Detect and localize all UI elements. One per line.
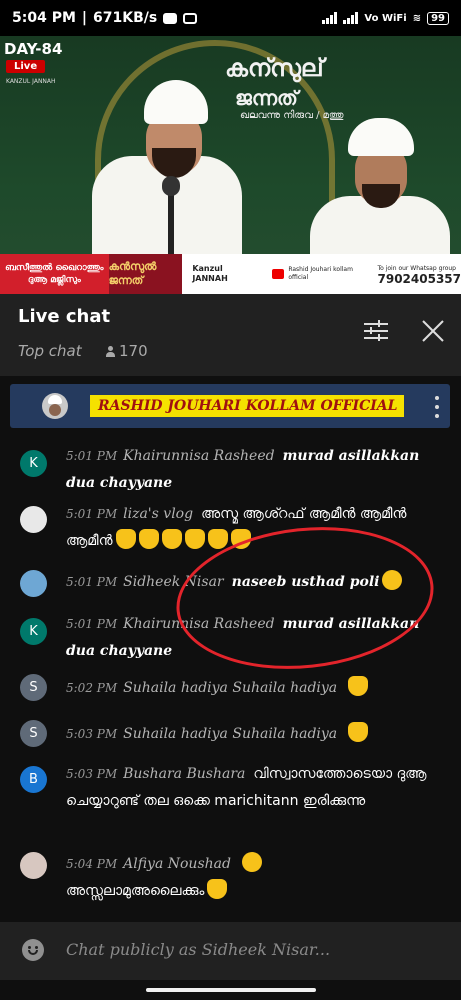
top-chat-dropdown[interactable]: Top chat [18, 342, 82, 360]
waving-hand-emoji-icon [348, 676, 369, 696]
avatar [20, 506, 47, 533]
message-author: Suhaila hadiya Suhaila hadiya [123, 726, 338, 742]
signal-2-icon [343, 12, 359, 24]
video-lower-banner: ബസീത്തുൽ ഖൈറാത്തും ദുആ മജ്ലിസും കൻസുൽ ജന… [0, 254, 461, 294]
live-badge: Live [6, 60, 46, 73]
message-text: അസ്സലാമുഅലൈക്കും [66, 883, 205, 899]
pinned-message[interactable]: RASHID JOUHARI KOLLAM OFFICIAL [10, 384, 450, 428]
vowifi-label: Vo WiFi [364, 12, 407, 24]
microphone-icon [162, 176, 180, 196]
system-nav-bar [0, 980, 461, 1000]
banner-youtube: Rashid Jouhari kollam official [271, 266, 368, 282]
avatar: S [20, 674, 47, 701]
more-options-icon[interactable] [434, 396, 440, 418]
instagram-notification-icon [183, 12, 198, 24]
message-time: 5:02 PM [66, 681, 118, 695]
banner-brand: Kanzul JANNAH [192, 264, 228, 283]
message-author: liza's vlog [123, 506, 194, 522]
battery-icon: 99 [427, 11, 449, 25]
viewer-count-value: 170 [119, 342, 148, 360]
banner-event-title: ബസീത്തുൽ ഖൈറാത്തും ദുആ മജ്ലിസും [0, 254, 109, 294]
chat-input[interactable]: Chat publicly as Sidheek Nisar... [66, 940, 330, 959]
avatar [20, 852, 47, 879]
viewer-count: 170 [106, 342, 148, 360]
close-icon[interactable] [418, 316, 448, 346]
video-title-line1: കന്സുല് [225, 54, 324, 82]
avatar: K [20, 450, 47, 477]
chat-header: Live chat Top chat 170 [0, 294, 461, 376]
status-time: 5:04 PM [12, 10, 76, 26]
message-time: 5:01 PM [66, 449, 118, 463]
message-time: 5:03 PM [66, 767, 118, 781]
message-time: 5:01 PM [66, 507, 118, 521]
avatar [20, 570, 47, 597]
raising-hands-emoji-icon [207, 529, 228, 549]
message-author: Khairunnisa Rasheed [123, 448, 275, 464]
kissing-face-emoji-icon [241, 852, 262, 872]
raising-hands-emoji-icon [348, 722, 369, 742]
message-author: Alfiya Noushad [123, 856, 231, 872]
message-body: 5:02 PM Suhaila hadiya Suhaila hadiya [66, 674, 436, 701]
chat-composer[interactable]: Chat publicly as Sidheek Nisar... [0, 922, 461, 980]
pinned-text: RASHID JOUHARI KOLLAM OFFICIAL [90, 395, 404, 417]
raising-hands-emoji-icon [207, 879, 228, 899]
status-right: Vo WiFi ≋ 99 [322, 11, 449, 25]
raising-hands-emoji-icon [138, 529, 159, 549]
banner-youtube-channel: Rashid Jouhari kollam official [288, 266, 353, 281]
live-chat-title: Live chat [18, 306, 111, 327]
video-player[interactable]: DAY-84 Live KANZUL JANNAH കന്സുല് ജന്നത്… [0, 36, 461, 294]
home-gesture-handle[interactable] [146, 988, 316, 992]
video-title-line2: ജന്നത് [235, 86, 298, 110]
status-separator: | [81, 10, 88, 26]
message-body: 5:01 PM Khairunnisa Rasheed murad asillakk… [66, 442, 436, 496]
message-body: 5:03 PM Suhaila hadiya Suhaila hadiya [66, 720, 436, 747]
signal-icon [322, 12, 338, 24]
youtube-icon [271, 269, 285, 279]
message-author: Suhaila hadiya Suhaila hadiya [123, 680, 338, 696]
message-author: Bushara Bushara [123, 766, 246, 782]
youtube-notification-icon [163, 12, 178, 24]
banner-logo: കൻസുൽ ജന്നത് [108, 254, 183, 294]
avatar: B [20, 766, 47, 793]
status-bar: 5:04 PM | 671KB/s Vo WiFi ≋ 99 [0, 0, 461, 36]
raising-hands-emoji-icon [115, 529, 136, 549]
banner-phone-number: 7902405357 [377, 272, 461, 286]
avatar: S [20, 720, 47, 747]
day-label: DAY-84 [4, 40, 63, 58]
emoji-picker-icon[interactable] [22, 939, 44, 961]
microphone-stand [168, 186, 174, 256]
message-time: 5:04 PM [66, 857, 118, 871]
filter-settings-icon[interactable] [364, 320, 390, 342]
status-speed: 671KB/s [93, 10, 158, 26]
wifi-icon: ≋ [412, 12, 422, 24]
message-text: വിസ്വാസത്തോടെയാ ദുആ ചെയ്യാറുണ്ട് തല ഒക്ക… [66, 766, 427, 809]
message-body: 5:04 PM Alfiya Noushad അസ്സലാമുഅലൈക്കും [66, 850, 436, 904]
person-icon [106, 345, 115, 357]
message-time: 5:01 PM [66, 617, 118, 631]
second-person-cap [348, 118, 414, 156]
avatar: K [20, 618, 47, 645]
channel-watermark: KANZUL JANNAH [6, 78, 56, 85]
message-time: 5:01 PM [66, 575, 118, 589]
banner-whatsapp: To join our Whatsap group 7902405357 [377, 264, 461, 286]
status-left: 5:04 PM | 671KB/s [12, 10, 198, 26]
pinned-avatar [42, 393, 68, 419]
raising-hands-emoji-icon [161, 529, 182, 549]
raising-hands-emoji-icon [184, 529, 205, 549]
message-time: 5:03 PM [66, 727, 118, 741]
video-title-line3: ഖലവന്നു നിരുവ / മത്തു [240, 110, 344, 121]
message-body: 5:03 PM Bushara Bushara വിസ്വാസത്തോടെയാ ദു… [66, 760, 436, 814]
